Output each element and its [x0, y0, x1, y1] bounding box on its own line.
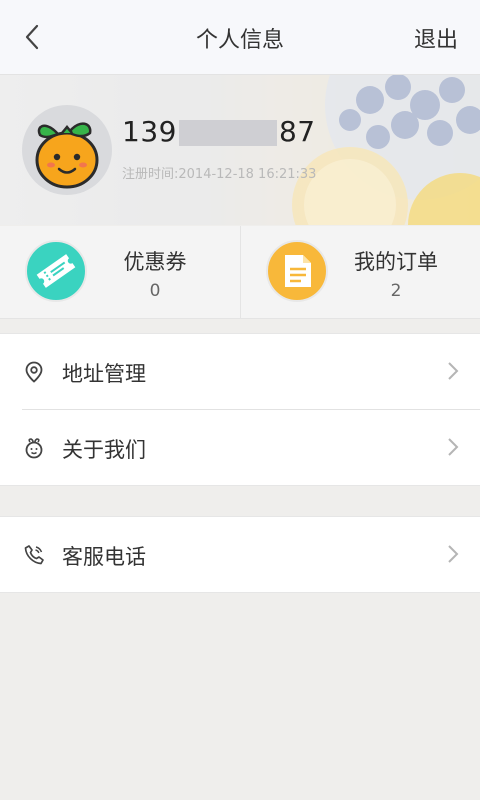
mascot-face-icon — [25, 438, 43, 459]
phone-suffix: 87 — [278, 115, 316, 148]
ticket-icon — [25, 240, 87, 302]
avatar[interactable] — [22, 105, 112, 195]
coupon-label: 优惠券 — [123, 250, 187, 274]
menu-item-label: 地址管理 — [62, 362, 146, 386]
menu-group-2: 客服电话 — [0, 516, 480, 593]
menu-item-address[interactable]: 地址管理 — [0, 334, 480, 409]
registration-time: 注册时间:2014-12-18 16:21:33 — [122, 167, 317, 182]
coupon-count: 0 — [149, 281, 161, 301]
phone-redaction-mask — [178, 120, 277, 146]
menu-group-1: 地址管理 关于我们 — [0, 333, 480, 486]
profile-banner: 139 87 注册时间:2014-12-18 16:21:33 — [0, 75, 480, 225]
page-title: 个人信息 — [195, 28, 284, 53]
chevron-right-icon — [448, 545, 459, 563]
chevron-right-icon — [448, 362, 459, 380]
phone-icon — [24, 545, 44, 565]
coupon-entry[interactable]: 优惠券 0 — [0, 226, 240, 318]
menu-item-label: 关于我们 — [62, 438, 146, 462]
logout-button[interactable]: 退出 — [414, 22, 458, 54]
orders-entry[interactable]: 我的订单 2 — [240, 226, 480, 318]
chevron-right-icon — [448, 438, 459, 456]
document-icon — [266, 240, 328, 302]
menu-item-customer-service[interactable]: 客服电话 — [0, 517, 480, 592]
location-pin-icon — [25, 361, 43, 383]
orange-mascot-avatar-icon — [35, 122, 99, 189]
menu-item-about[interactable]: 关于我们 — [22, 409, 480, 485]
menu-item-label: 客服电话 — [62, 545, 146, 569]
phone-number: 139 87 — [122, 115, 316, 148]
top-nav-bar: 个人信息 退出 — [0, 0, 480, 75]
orders-count: 2 — [390, 281, 402, 301]
orders-label: 我的订单 — [354, 250, 438, 274]
phone-prefix: 139 — [122, 115, 177, 148]
stats-bar: 优惠券 0 我的订单 2 — [0, 226, 480, 319]
